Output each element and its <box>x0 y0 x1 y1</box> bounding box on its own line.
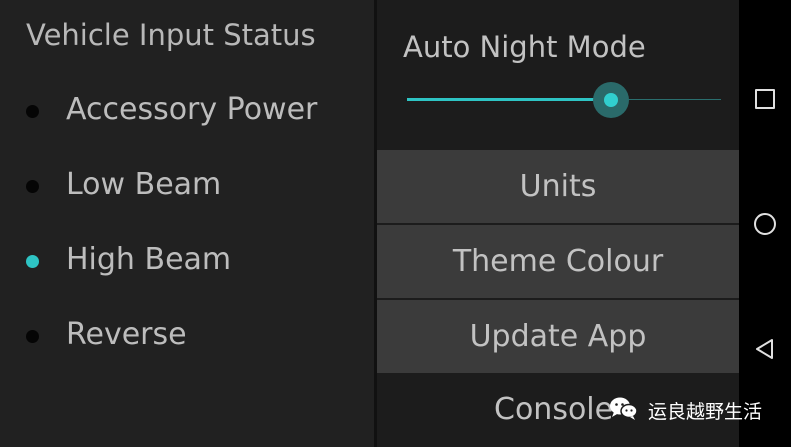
low-beam-label: Low Beam <box>66 167 222 202</box>
slider-thumb[interactable] <box>604 93 618 107</box>
vehicle-input-status-title: Vehicle Input Status <box>26 18 316 52</box>
status-row-low-beam: Low Beam <box>0 157 374 217</box>
low-beam-indicator-dot <box>26 180 39 193</box>
status-row-high-beam: High Beam <box>0 232 374 292</box>
console-button[interactable]: Console <box>494 392 613 427</box>
reverse-label: Reverse <box>66 317 187 352</box>
accessory-power-label: Accessory Power <box>66 92 318 127</box>
high-beam-indicator-dot <box>26 255 39 268</box>
reverse-indicator-dot <box>26 330 39 343</box>
watermark: 运良越野生活 <box>608 386 762 434</box>
slider-fill <box>407 98 611 101</box>
auto-night-mode-title: Auto Night Mode <box>403 30 646 64</box>
home-circle-icon[interactable] <box>753 212 777 236</box>
high-beam-label: High Beam <box>66 242 232 277</box>
auto-night-mode-slider[interactable] <box>407 78 721 122</box>
update-app-button[interactable]: Update App <box>377 300 739 373</box>
android-nav-bar <box>739 0 791 447</box>
accessory-power-indicator-dot <box>26 105 39 118</box>
settings-panel: Auto Night Mode Units Theme Colour Updat… <box>377 0 739 447</box>
status-row-accessory-power: Accessory Power <box>0 82 374 142</box>
wechat-icon <box>608 395 640 425</box>
watermark-text: 运良越野生活 <box>648 400 763 423</box>
theme-colour-button[interactable]: Theme Colour <box>377 225 739 298</box>
vehicle-input-status-panel: Vehicle Input Status Accessory Power Low… <box>0 0 374 447</box>
recents-square-icon[interactable] <box>753 87 777 111</box>
status-row-reverse: Reverse <box>0 307 374 367</box>
units-button[interactable]: Units <box>377 150 739 223</box>
back-triangle-icon[interactable] <box>753 337 777 361</box>
